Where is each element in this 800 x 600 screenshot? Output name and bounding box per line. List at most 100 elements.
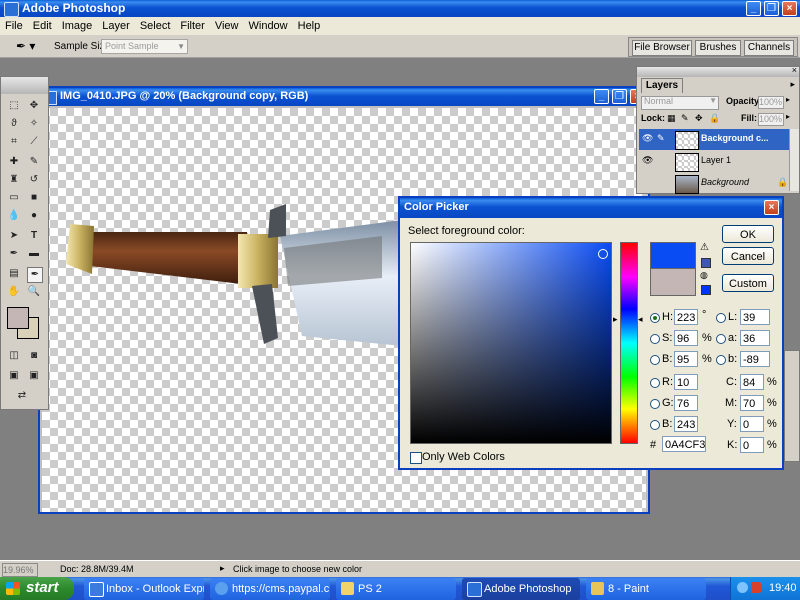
taskbar-item-folder[interactable]: PS 2 (336, 578, 456, 600)
b-channel-field[interactable]: -89 (740, 351, 770, 367)
notes-tool-icon[interactable]: ▤ (7, 267, 21, 281)
hue-slider-right-arrow-icon[interactable]: ◂ (638, 314, 643, 325)
layer-row[interactable]: 👁 Layer 1 (639, 151, 789, 172)
menu-view[interactable]: View (210, 17, 244, 35)
blue-field[interactable]: 243 (674, 416, 698, 432)
lightness-field[interactable]: 39 (740, 309, 770, 325)
jump-to-imageready-icon[interactable]: ⇄ (15, 389, 29, 403)
red-radio[interactable] (650, 378, 660, 388)
blend-mode-select[interactable]: Normal ▼ (641, 96, 719, 110)
foreground-color-swatch[interactable] (7, 307, 29, 329)
tab-layers[interactable]: Layers (641, 78, 683, 93)
slice-tool-icon[interactable]: ⟋ (27, 135, 41, 149)
standard-mode-icon[interactable]: ◫ (7, 349, 21, 363)
taskbar-item-outlook[interactable]: Inbox - Outlook Express (84, 578, 204, 600)
tab-channels[interactable]: Channels (744, 40, 794, 56)
opacity-slider-arrow-icon[interactable]: ▸ (786, 95, 790, 104)
menu-window[interactable]: Window (244, 17, 293, 35)
menu-filter[interactable]: Filter (175, 17, 209, 35)
taskbar-item-paint[interactable]: 8 - Paint (586, 578, 706, 600)
history-brush-tool-icon[interactable]: ↺ (27, 173, 41, 187)
minimize-button[interactable]: _ (746, 1, 761, 16)
cyan-field[interactable]: 84 (740, 374, 764, 390)
hand-tool-icon[interactable]: ✋ (7, 285, 21, 299)
brush-tool-icon[interactable]: ✎ (27, 155, 41, 169)
gamut-color-chip[interactable] (701, 258, 711, 268)
a-channel-radio[interactable] (716, 334, 726, 344)
doc-restore-button[interactable]: ❐ (612, 89, 627, 104)
ok-button[interactable]: OK (722, 225, 774, 243)
zoom-tool-icon[interactable]: 🔍 (27, 285, 41, 299)
menu-help[interactable]: Help (293, 17, 326, 35)
close-button[interactable]: × (782, 1, 797, 16)
quick-mask-mode-icon[interactable]: ◙ (27, 349, 41, 363)
color-field[interactable] (410, 242, 612, 444)
eraser-tool-icon[interactable]: ▭ (7, 191, 21, 205)
only-web-colors-checkbox[interactable] (410, 452, 422, 464)
lasso-tool-icon[interactable]: ϑ (7, 117, 21, 131)
gradient-tool-icon[interactable]: ■ (27, 191, 41, 205)
hex-field[interactable]: 0A4CF3 (662, 436, 706, 452)
network-icon[interactable] (737, 582, 748, 593)
magic-wand-tool-icon[interactable]: ✧ (27, 117, 41, 131)
a-channel-field[interactable]: 36 (740, 330, 770, 346)
lightness-radio[interactable] (716, 313, 726, 323)
menu-image[interactable]: Image (57, 17, 98, 35)
menu-select[interactable]: Select (135, 17, 176, 35)
brightness-field[interactable]: 95 (674, 351, 698, 367)
move-tool-icon[interactable]: ✥ (27, 99, 41, 113)
dodge-tool-icon[interactable]: ● (27, 209, 41, 223)
web-safe-color-chip[interactable] (701, 285, 711, 295)
sample-size-select[interactable]: Point Sample ▼ (101, 39, 188, 54)
lock-image-icon[interactable]: ✎ (681, 113, 689, 124)
cancel-button[interactable]: Cancel (722, 247, 774, 265)
tab-file-browser[interactable]: File Browser (632, 40, 692, 56)
restore-button[interactable]: ❐ (764, 1, 779, 16)
fill-input[interactable]: 100% (758, 113, 784, 126)
custom-button[interactable]: Custom (722, 274, 774, 292)
lock-all-icon[interactable]: 🔒 (709, 113, 720, 124)
red-field[interactable]: 10 (674, 374, 698, 390)
eyedropper-tool-preset-icon[interactable]: ✒ ▾ (16, 39, 35, 53)
out-of-gamut-warning-icon[interactable]: ⚠ (700, 242, 709, 253)
web-safe-warning-icon[interactable]: ◍ (700, 270, 708, 281)
start-button[interactable]: start (0, 577, 74, 600)
taskbar-item-browser[interactable]: https://cms.paypal.c... (210, 578, 330, 600)
type-tool-icon[interactable]: T (27, 229, 41, 243)
opacity-input[interactable]: 100% (758, 96, 784, 109)
eye-icon[interactable]: 👁 (642, 155, 653, 166)
security-shield-icon[interactable] (751, 582, 761, 593)
menu-file[interactable]: File (0, 17, 28, 35)
tab-brushes[interactable]: Brushes (695, 40, 741, 56)
b-channel-radio[interactable] (716, 355, 726, 365)
layer-row[interactable]: 👁 ✎ Background c... (639, 129, 789, 150)
pen-tool-icon[interactable]: ✒ (7, 247, 21, 261)
clone-stamp-tool-icon[interactable]: ♜ (7, 173, 21, 187)
fill-slider-arrow-icon[interactable]: ▸ (786, 112, 790, 121)
zoom-level-field[interactable]: 19.96% (2, 563, 38, 577)
healing-brush-tool-icon[interactable]: ✚ (7, 155, 21, 169)
color-field-cursor[interactable] (598, 249, 608, 259)
path-selection-tool-icon[interactable]: ➤ (7, 229, 21, 243)
screen-mode-icon[interactable]: ▣ (7, 369, 21, 383)
shape-tool-icon[interactable]: ▬ (27, 247, 41, 261)
taskbar-item-photoshop[interactable]: Adobe Photoshop (462, 578, 580, 600)
palette-close-icon[interactable]: × (792, 65, 797, 75)
crop-tool-icon[interactable]: ⌗ (7, 135, 21, 149)
dialog-close-button[interactable]: × (764, 200, 779, 215)
palette-menu-icon[interactable]: ▸ (790, 79, 795, 90)
lock-position-icon[interactable]: ✥ (695, 113, 703, 124)
green-field[interactable]: 76 (674, 395, 698, 411)
status-arrow-icon[interactable]: ▸ (220, 563, 225, 574)
menu-layer[interactable]: Layer (97, 17, 135, 35)
black-field[interactable]: 0 (740, 437, 764, 453)
hue-radio[interactable] (650, 313, 660, 323)
lock-transparency-icon[interactable]: ▦ (667, 113, 676, 124)
menu-edit[interactable]: Edit (28, 17, 57, 35)
saturation-radio[interactable] (650, 334, 660, 344)
eyedropper-tool-icon[interactable]: ✒ (27, 267, 43, 283)
eye-icon[interactable]: 👁 (642, 133, 653, 144)
layers-scrollbar[interactable] (789, 129, 799, 191)
saturation-field[interactable]: 96 (674, 330, 698, 346)
green-radio[interactable] (650, 399, 660, 409)
